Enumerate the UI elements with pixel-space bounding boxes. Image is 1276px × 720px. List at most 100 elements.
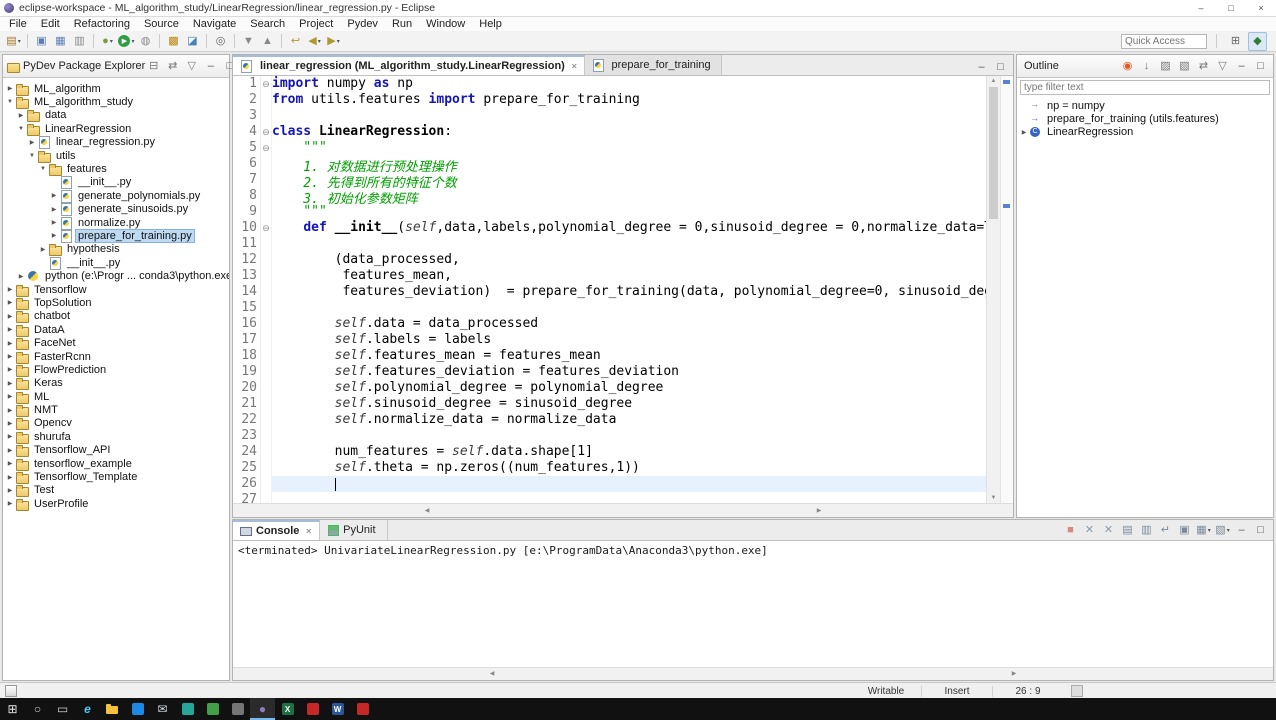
- dropdown-caret-icon[interactable]: ▾: [1208, 527, 1211, 534]
- tree-item[interactable]: ▶ tensorflow_example: [3, 457, 229, 471]
- code-line[interactable]: from utils.features import prepare_for_t…: [272, 92, 986, 108]
- collapsed-arrow-icon[interactable]: ▶: [1019, 129, 1029, 136]
- code-line[interactable]: """: [272, 140, 986, 156]
- fold-marker-icon[interactable]: ⊖: [261, 220, 271, 236]
- display-selected-console-button[interactable]: ▦ ▾: [1196, 523, 1211, 538]
- collapsed-arrow-icon[interactable]: ▶: [49, 192, 59, 199]
- mail-icon[interactable]: ✉: [150, 698, 175, 720]
- tree-item[interactable]: ▶ Opencv: [3, 417, 229, 431]
- collapsed-arrow-icon[interactable]: ▶: [5, 340, 15, 347]
- code-line[interactable]: self.normalize_data = normalize_data: [272, 412, 986, 428]
- code-line[interactable]: self.theta = np.zeros((num_features,1)): [272, 460, 986, 476]
- pin-console-button[interactable]: ▣: [1177, 523, 1192, 538]
- code-line[interactable]: features_deviation) = prepare_for_traini…: [272, 284, 986, 300]
- search-button[interactable]: ◎: [212, 33, 229, 50]
- expanded-arrow-icon[interactable]: ▼: [16, 126, 26, 132]
- code-line[interactable]: class LinearRegression:: [272, 124, 986, 140]
- minimize-view-button[interactable]: –: [1234, 59, 1249, 74]
- scroll-down-arrow[interactable]: ▼: [987, 493, 1000, 503]
- code-line[interactable]: 3. 初始化参数矩阵: [272, 188, 986, 207]
- task-view-button[interactable]: ▭: [50, 698, 75, 720]
- link-with-editor-button[interactable]: ⇄: [1196, 59, 1211, 74]
- collapsed-arrow-icon[interactable]: ▶: [5, 299, 15, 306]
- code-line[interactable]: [272, 300, 986, 316]
- app-icon-green[interactable]: [200, 698, 225, 720]
- collapsed-arrow-icon[interactable]: ▶: [5, 286, 15, 293]
- eclipse-icon[interactable]: ●: [250, 698, 275, 720]
- collapsed-arrow-icon[interactable]: ▶: [5, 407, 15, 414]
- code-line[interactable]: self.features_mean = features_mean: [272, 348, 986, 364]
- menu-item-file[interactable]: File: [2, 18, 34, 30]
- pydev-perspective-button[interactable]: ◆: [1248, 31, 1267, 51]
- start-button[interactable]: ⊞: [0, 698, 25, 720]
- code-line[interactable]: self.data = data_processed: [272, 316, 986, 332]
- maximize-view-button[interactable]: □: [1253, 59, 1268, 74]
- editor-vertical-scrollbar[interactable]: ▲ ▼: [986, 76, 1000, 503]
- editor-tab[interactable]: prepare_for_training: [584, 55, 722, 75]
- dropdown-caret-icon[interactable]: ▾: [318, 38, 321, 45]
- run-button[interactable]: ▶ ▾: [118, 33, 135, 50]
- expanded-arrow-icon[interactable]: ▼: [5, 99, 15, 105]
- outline-item[interactable]: np = numpy: [1017, 99, 1273, 112]
- tree-item[interactable]: ▼ features: [3, 162, 229, 177]
- clear-console-button[interactable]: ▤: [1120, 523, 1135, 538]
- collapsed-arrow-icon[interactable]: ▶: [49, 219, 59, 226]
- fold-marker-icon[interactable]: ⊖: [261, 140, 271, 156]
- dropdown-caret-icon[interactable]: ▾: [110, 38, 113, 45]
- terminate-button[interactable]: ■: [1063, 523, 1078, 538]
- previous-annotation-button[interactable]: ▲: [259, 33, 276, 50]
- tree-item[interactable]: ▶ Tensorflow: [3, 283, 229, 297]
- tree-item[interactable]: ▶ python (e:\Progr ... conda3\python.exe): [3, 269, 229, 282]
- collapsed-arrow-icon[interactable]: ▶: [5, 366, 15, 373]
- tree-item[interactable]: ▶ shurufa: [3, 430, 229, 444]
- print-button[interactable]: ▥: [71, 33, 88, 50]
- expanded-arrow-icon[interactable]: ▼: [27, 153, 37, 159]
- collapse-all-button[interactable]: ⊟: [146, 59, 161, 74]
- scroll-up-arrow[interactable]: ▲: [987, 76, 1000, 86]
- menu-item-source[interactable]: Source: [137, 18, 186, 30]
- new-wizard-button[interactable]: ▤ ▾: [5, 33, 22, 50]
- console-tab[interactable]: Console ✕: [233, 520, 321, 540]
- minimize-view-button[interactable]: –: [1234, 523, 1249, 538]
- link-with-editor-button[interactable]: ⇄: [165, 59, 180, 74]
- collapsed-arrow-icon[interactable]: ▶: [5, 313, 15, 320]
- tree-item[interactable]: ▶ ML_algorithm: [3, 82, 229, 96]
- menu-item-pydev[interactable]: Pydev: [340, 18, 385, 30]
- scroll-right-arrow[interactable]: ▶: [625, 506, 1013, 516]
- pdf-icon[interactable]: [300, 698, 325, 720]
- collapsed-arrow-icon[interactable]: ▶: [5, 433, 15, 440]
- tree-item[interactable]: ▶ generate_sinusoids.py: [3, 203, 229, 217]
- save-all-button[interactable]: ▦: [52, 33, 69, 50]
- code-line[interactable]: self.labels = labels: [272, 332, 986, 348]
- view-menu-button[interactable]: ▽: [184, 59, 199, 74]
- app-icon-blue[interactable]: [125, 698, 150, 720]
- code-line[interactable]: [272, 236, 986, 252]
- code-line[interactable]: [272, 492, 986, 503]
- menu-item-search[interactable]: Search: [243, 18, 292, 30]
- tree-item[interactable]: ▼ utils: [3, 149, 229, 163]
- code-line[interactable]: self.features_deviation = features_devia…: [272, 364, 986, 380]
- vertical-scrollbar-thumb[interactable]: [989, 87, 998, 219]
- quick-access-input[interactable]: [1121, 33, 1207, 49]
- dropdown-caret-icon[interactable]: ▾: [131, 38, 134, 45]
- console-tab[interactable]: PyUnit: [320, 520, 388, 540]
- tree-item[interactable]: ▶ Test: [3, 484, 229, 498]
- menu-item-project[interactable]: Project: [292, 18, 340, 30]
- fold-marker-icon[interactable]: ⊖: [261, 76, 271, 92]
- outline-filter-input[interactable]: [1020, 80, 1270, 95]
- code-line[interactable]: num_features = self.data.shape[1]: [272, 444, 986, 460]
- code-line[interactable]: [272, 108, 986, 124]
- minimize-editor-button[interactable]: –: [974, 60, 989, 75]
- tree-item[interactable]: ▶ UserProfile: [3, 497, 229, 511]
- maximize-window-button[interactable]: □: [1216, 0, 1246, 16]
- tree-item[interactable]: ▶ chatbot: [3, 310, 229, 324]
- outline-item[interactable]: ▶ LinearRegression: [1017, 126, 1273, 139]
- remove-launch-button[interactable]: ✕: [1082, 523, 1097, 538]
- scroll-left-arrow[interactable]: ◀: [233, 669, 751, 679]
- collapsed-arrow-icon[interactable]: ▶: [5, 474, 15, 481]
- collapsed-arrow-icon[interactable]: ▶: [5, 380, 15, 387]
- collapsed-arrow-icon[interactable]: ▶: [5, 500, 15, 507]
- tree-item[interactable]: ▶ data: [3, 109, 229, 123]
- dropdown-caret-icon[interactable]: ▾: [1227, 527, 1230, 534]
- view-menu-button[interactable]: ▽: [1215, 59, 1230, 74]
